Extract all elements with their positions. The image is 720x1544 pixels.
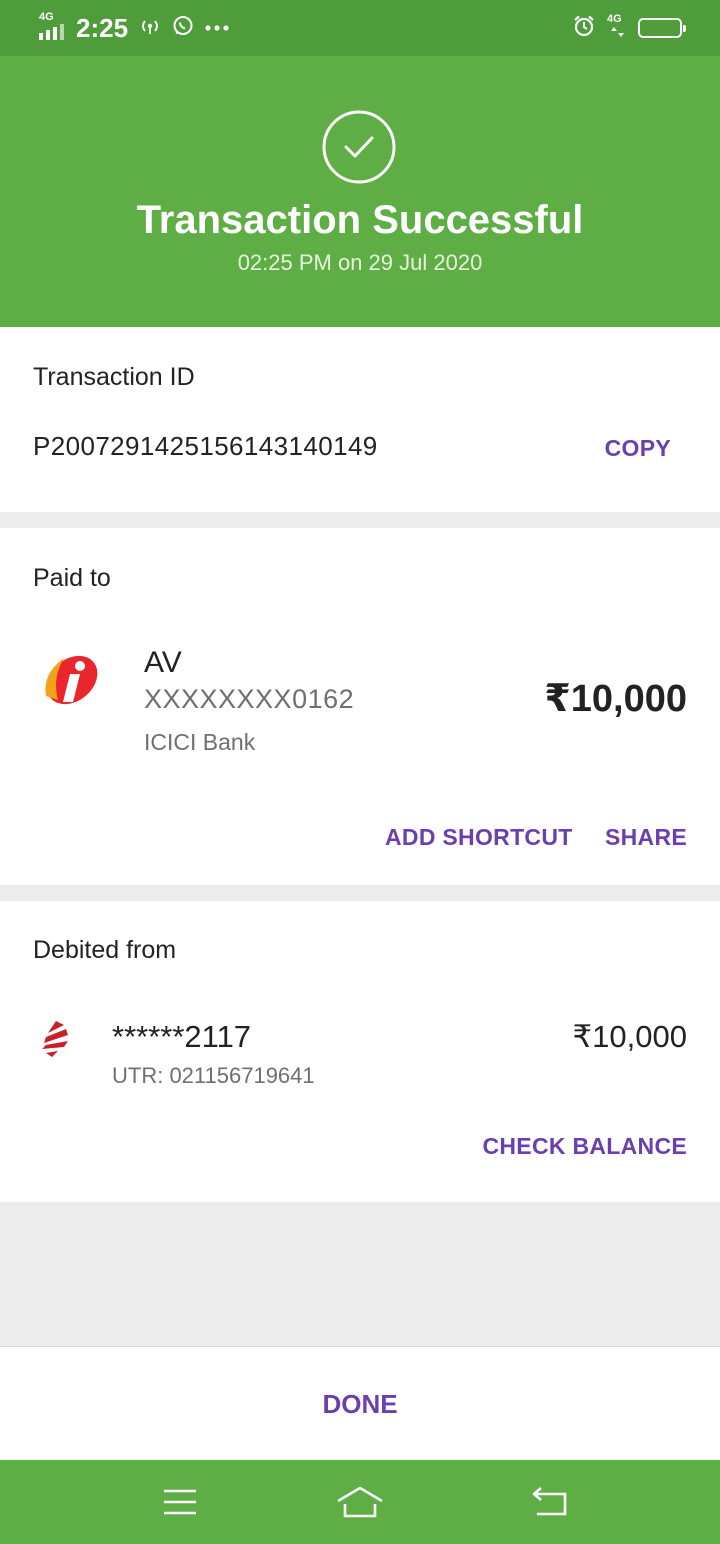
- success-header: Transaction Successful 02:25 PM on 29 Ju…: [0, 56, 720, 327]
- transaction-id-label: Transaction ID: [33, 363, 195, 391]
- status-bar: 4G 2:25 4G 63: [0, 0, 720, 56]
- paid-to-card: Paid to AV XXXXXXXX0162 ICICI Bank ₹10,0…: [0, 528, 720, 885]
- payee-name: AV: [144, 646, 182, 679]
- debited-amount: ₹10,000: [572, 1019, 687, 1054]
- icici-bank-logo-icon: [45, 655, 98, 705]
- status-right: 4G 63: [572, 12, 686, 44]
- back-icon[interactable]: [525, 1482, 575, 1522]
- page-title: Transaction Successful: [136, 198, 584, 242]
- utr-number: UTR: 021156719641: [112, 1063, 315, 1088]
- done-button[interactable]: DONE: [0, 1389, 720, 1420]
- transaction-timestamp: 02:25 PM on 29 Jul 2020: [237, 250, 483, 275]
- debit-account-number: ******2117: [112, 1019, 252, 1054]
- hotspot-icon: [138, 15, 162, 42]
- paid-to-label: Paid to: [33, 564, 111, 592]
- done-bar: DONE: [0, 1346, 720, 1460]
- payee-account-number: XXXXXXXX0162: [144, 684, 355, 714]
- menu-icon[interactable]: [155, 1482, 205, 1522]
- status-left: 4G 2:25: [38, 10, 230, 46]
- transaction-id-value: P2007291425156143140149: [33, 431, 378, 461]
- share-button[interactable]: SHARE: [605, 824, 687, 851]
- signal-icon: 4G: [38, 11, 66, 41]
- bank-logo-icon: [42, 1021, 68, 1057]
- check-circle-icon: [322, 110, 396, 184]
- home-icon[interactable]: [335, 1482, 385, 1522]
- payee-bank-name: ICICI Bank: [144, 729, 256, 755]
- paid-amount: ₹10,000: [544, 678, 687, 720]
- status-time: 2:25: [76, 12, 129, 43]
- check-balance-button[interactable]: CHECK BALANCE: [482, 1133, 687, 1160]
- more-notifications-icon: [204, 19, 230, 37]
- battery-tip: [683, 25, 686, 32]
- transaction-id-card: Transaction ID P2007291425156143140149 C…: [0, 327, 720, 512]
- add-shortcut-button[interactable]: ADD SHORTCUT: [385, 824, 573, 851]
- mobile-data-icon: 4G: [606, 13, 628, 41]
- debited-from-card: Debited from ******2117 UTR: 02115671964…: [0, 901, 720, 1202]
- navigation-bar: [0, 1460, 720, 1544]
- battery-percent: 63: [652, 19, 668, 35]
- alarm-icon: [572, 14, 596, 43]
- whatsapp-icon: [172, 15, 194, 42]
- copy-button[interactable]: COPY: [605, 435, 671, 462]
- battery-icon: 63: [638, 18, 686, 38]
- debited-from-label: Debited from: [33, 936, 177, 964]
